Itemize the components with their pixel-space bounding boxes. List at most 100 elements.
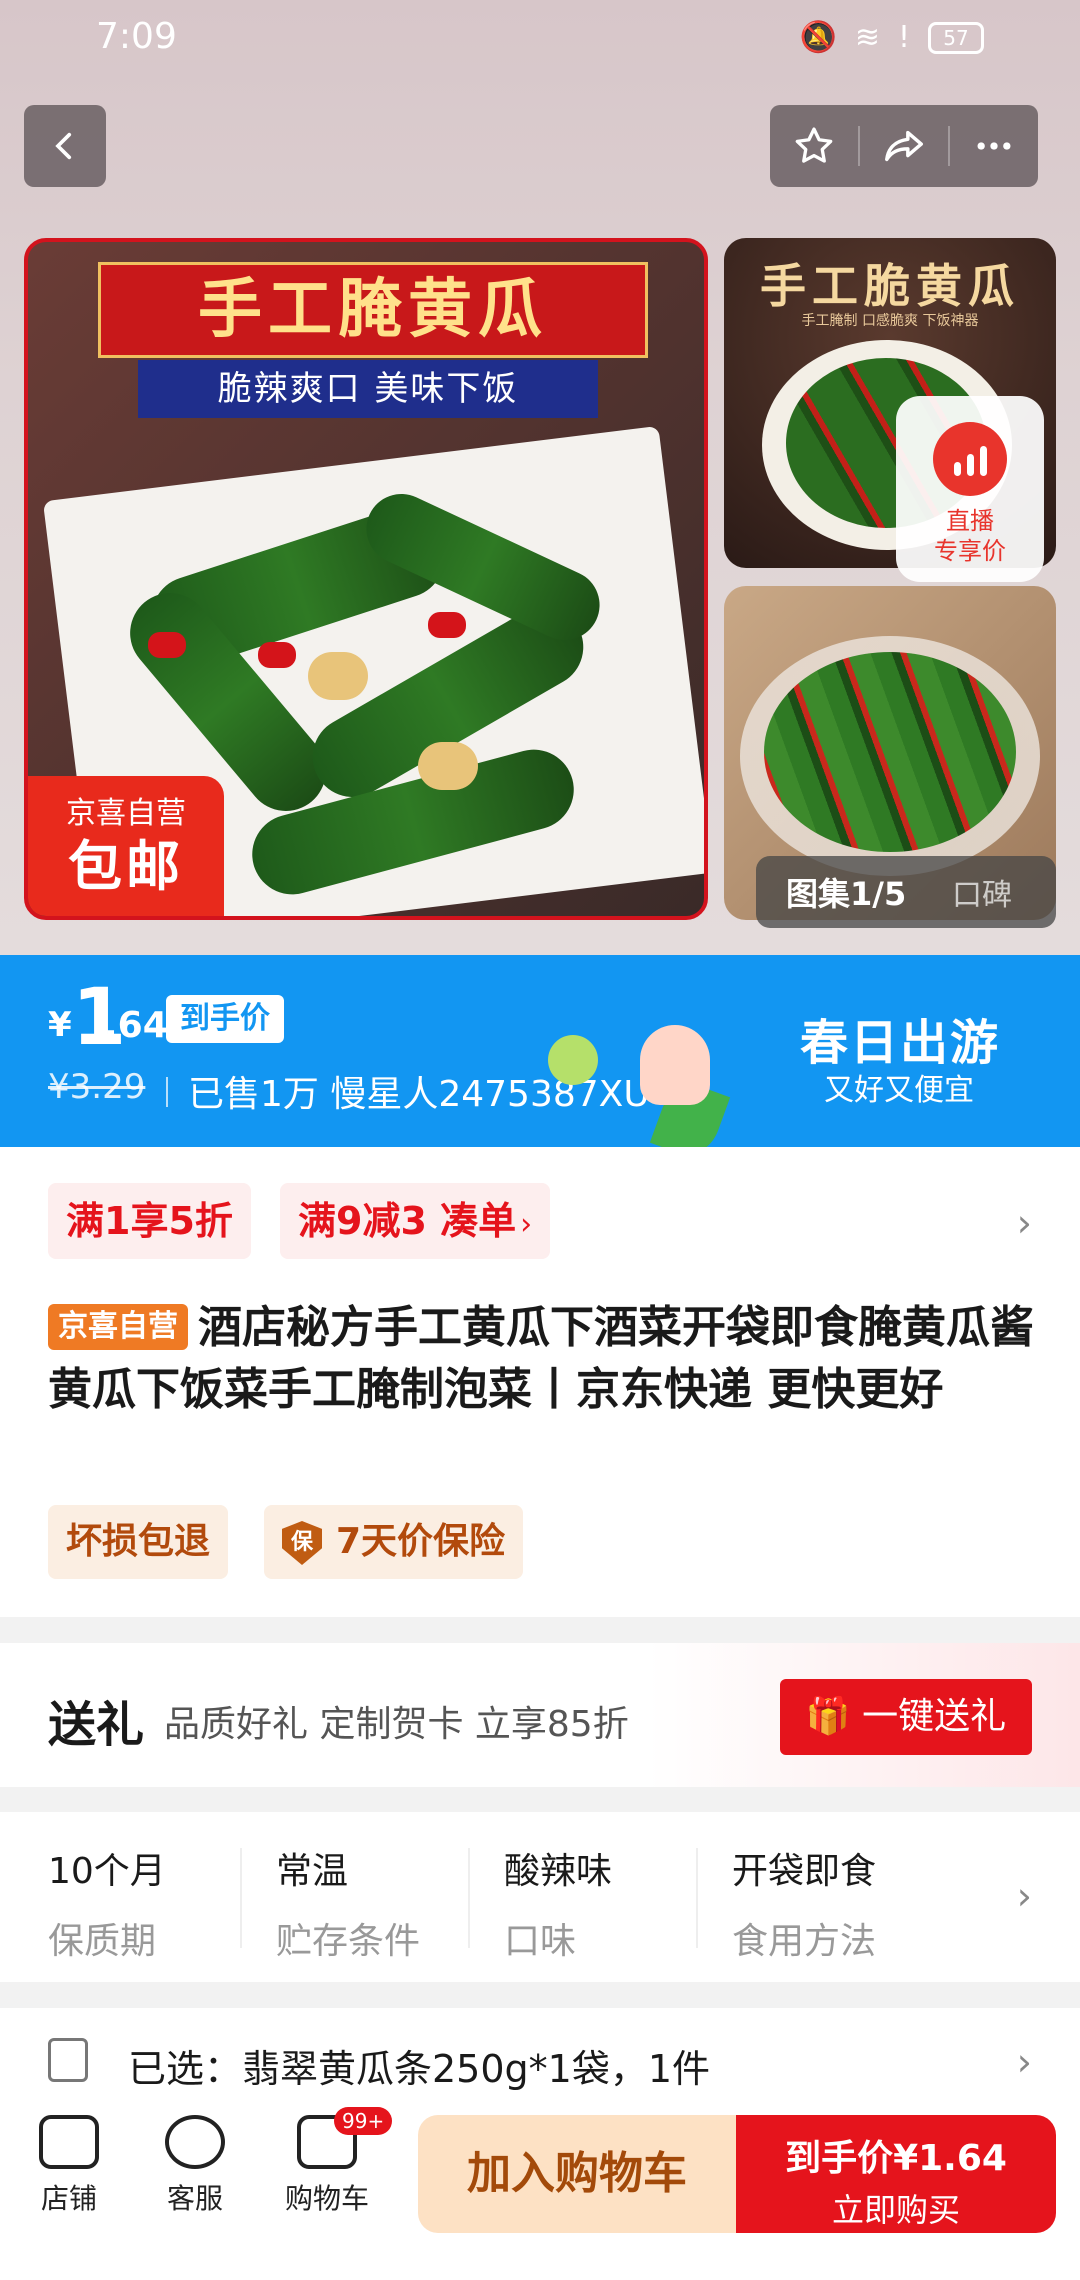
price-currency: ¥ <box>48 1005 72 1045</box>
attribute-value: 10个月 <box>48 1851 166 1892</box>
share-button[interactable] <box>860 105 948 187</box>
mute-icon: 🔕 <box>799 20 837 55</box>
product-title: 京喜自营 酒店秘方手工黄瓜下酒菜开袋即食腌黄瓜酱黄瓜下饭菜手工腌制泡菜丨京东快递 … <box>48 1297 1038 1421</box>
pepper-image <box>428 612 466 638</box>
attribute-item: 常温 贮存条件 <box>276 1842 420 1964</box>
original-price: ¥3.29 <box>48 1067 146 1107</box>
divider <box>240 1848 242 1948</box>
customer-service-icon <box>165 2115 225 2169</box>
gallery-label[interactable]: 图集1/5 <box>756 869 932 915</box>
status-icons: 🔕 ≋ ! 57 <box>799 20 984 55</box>
self-run-badge: 京喜自营 <box>48 1304 188 1350</box>
cart-button[interactable]: 99+ 购物车 <box>272 2107 393 2217</box>
promo-coupon[interactable]: 满9减3 凑单 › <box>280 1183 551 1259</box>
shop-icon <box>39 2115 99 2169</box>
divider <box>468 1848 470 1948</box>
send-gift-button[interactable]: 🎁 一键送礼 <box>780 1679 1032 1755</box>
attribute-item: 10个月 保质期 <box>48 1842 166 1964</box>
add-to-cart-button[interactable]: 加入购物车 <box>418 2115 736 2233</box>
service-damage-refund[interactable]: 坏损包退 <box>48 1505 229 1579</box>
gift-icon: 🎁 <box>805 1696 851 1737</box>
divider <box>166 1077 168 1107</box>
thumbnail-subtitle: 手工腌制 口感脆爽 下饭神器 <box>801 313 979 329</box>
service-price-protect-label: 7天价保险 <box>336 1521 506 1562</box>
garlic-image <box>308 652 368 700</box>
self-run-free-shipping-badge: 京喜自营 包邮 <box>28 776 224 916</box>
main-image-banner: 手工腌黄瓜 <box>98 262 648 358</box>
star-icon <box>795 127 833 163</box>
attribute-key: 保质期 <box>48 1921 157 1962</box>
customer-service-button[interactable]: 客服 <box>140 2115 250 2217</box>
tulip-decoration <box>640 1025 710 1105</box>
live-label-2: 专享价 <box>934 537 1006 565</box>
thumbnail-title: 手工脆黄瓜 <box>760 259 1020 313</box>
chevron-right-icon: › <box>520 1207 533 1242</box>
attribute-item: 开袋即食 食用方法 <box>732 1842 876 1964</box>
attribute-item: 酸辣味 口味 <box>504 1842 612 1964</box>
main-image-subbanner: 脆辣爽口 美味下饭 <box>138 360 598 418</box>
attribute-value: 开袋即食 <box>732 1851 877 1892</box>
gallery-counter[interactable]: 图集1/5 口碑 <box>756 856 1056 928</box>
buy-now-label: 立即购买 <box>831 2191 960 2229</box>
buy-now-button[interactable]: 到手价¥1.64 立即购买 <box>736 2115 1056 2233</box>
attribute-key: 食用方法 <box>732 1921 877 1962</box>
live-icon <box>933 422 1007 496</box>
send-gift-label: 一键送礼 <box>862 1696 1007 1737</box>
shop-label: 店铺 <box>40 2182 97 2215</box>
final-price-tag: 到手价 <box>166 995 284 1043</box>
selected-variant-text: 已选：翡翠黄瓜条250g*1袋，1件 <box>128 2047 711 2091</box>
status-bar: 7:09 🔕 ≋ ! 57 <box>0 0 1080 80</box>
promo-discount[interactable]: 满1享5折 <box>48 1183 251 1259</box>
attribute-key: 口味 <box>504 1921 577 1962</box>
cucumber-image <box>764 652 1016 852</box>
product-hero: 7:09 🔕 ≋ ! 57 手工腌黄瓜 脆辣爽口 美味下饭 京喜自营 包邮 手工… <box>0 0 1080 955</box>
price-decimal: .64 <box>104 1005 168 1046</box>
cart-label: 购物车 <box>284 2182 369 2215</box>
gift-desc: 品质好礼 定制贺卡 立享85折 <box>164 1704 629 1745</box>
campaign-subtitle: 又好又便宜 <box>824 1073 974 1108</box>
back-button[interactable] <box>24 105 106 187</box>
battery-icon: 57 <box>928 21 984 54</box>
garlic-image <box>418 742 478 790</box>
favorite-button[interactable] <box>770 105 858 187</box>
checklist-icon <box>48 2038 88 2082</box>
promo-expand-chevron-icon[interactable]: › <box>1017 1201 1032 1245</box>
more-dots-icon <box>977 142 1011 150</box>
divider <box>696 1848 698 1948</box>
share-icon <box>885 130 923 162</box>
chevron-right-icon[interactable]: › <box>1017 2040 1032 2084</box>
gift-heading: 送礼 <box>48 1697 145 1753</box>
chevron-right-icon[interactable]: › <box>1017 1874 1032 1918</box>
chevron-left-icon <box>55 132 72 160</box>
alert-icon: ! <box>897 20 910 55</box>
gift-section: 送礼 品质好礼 定制贺卡 立享85折 🎁 一键送礼 <box>0 1643 1080 1787</box>
shop-button[interactable]: 店铺 <box>14 2115 124 2217</box>
top-actions <box>770 105 1038 187</box>
product-attributes[interactable]: 10个月 保质期 常温 贮存条件 酸辣味 口味 开袋即食 食用方法 › <box>0 1812 1080 1982</box>
buy-now-price: 到手价¥1.64 <box>785 2138 1007 2179</box>
customer-service-label: 客服 <box>166 2182 223 2215</box>
main-product-image[interactable]: 手工腌黄瓜 脆辣爽口 美味下饭 京喜自营 包邮 <box>24 238 708 920</box>
shield-icon: 保 <box>282 1521 322 1565</box>
badge-line1: 京喜自营 <box>66 796 186 831</box>
promo-coupon-label: 满9减3 凑单 <box>298 1199 517 1243</box>
clover-decoration <box>548 1035 598 1085</box>
reviews-label[interactable]: 口碑 <box>932 870 1012 914</box>
attribute-value: 酸辣味 <box>504 1851 613 1892</box>
service-price-protect[interactable]: 保 7天价保险 <box>264 1505 524 1579</box>
campaign-title: 春日出游 <box>800 1015 1001 1071</box>
live-price-button[interactable]: 直播 专享价 <box>896 396 1044 582</box>
attribute-value: 常温 <box>276 1851 349 1892</box>
product-title-text: 酒店秘方手工黄瓜下酒菜开袋即食腌黄瓜酱黄瓜下饭菜手工腌制泡菜丨京东快递 更快更好 <box>48 1302 1034 1415</box>
pepper-image <box>258 642 296 668</box>
wifi-icon: ≋ <box>854 20 880 55</box>
pepper-image <box>148 632 186 658</box>
more-button[interactable] <box>950 105 1038 187</box>
cart-count-badge: 99+ <box>334 2107 393 2135</box>
bottom-action-bar: 店铺 客服 99+ 购物车 加入购物车 到手价¥1.64 立即购买 <box>0 2095 1080 2280</box>
status-time: 7:09 <box>96 16 177 57</box>
badge-line2: 包邮 <box>68 835 184 898</box>
attribute-key: 贮存条件 <box>276 1921 421 1962</box>
product-info-card: 满1享5折 满9减3 凑单 › › 京喜自营 酒店秘方手工黄瓜下酒菜开袋即食腌黄瓜酱… <box>0 1147 1080 1617</box>
live-label-1: 直播 <box>946 507 994 535</box>
